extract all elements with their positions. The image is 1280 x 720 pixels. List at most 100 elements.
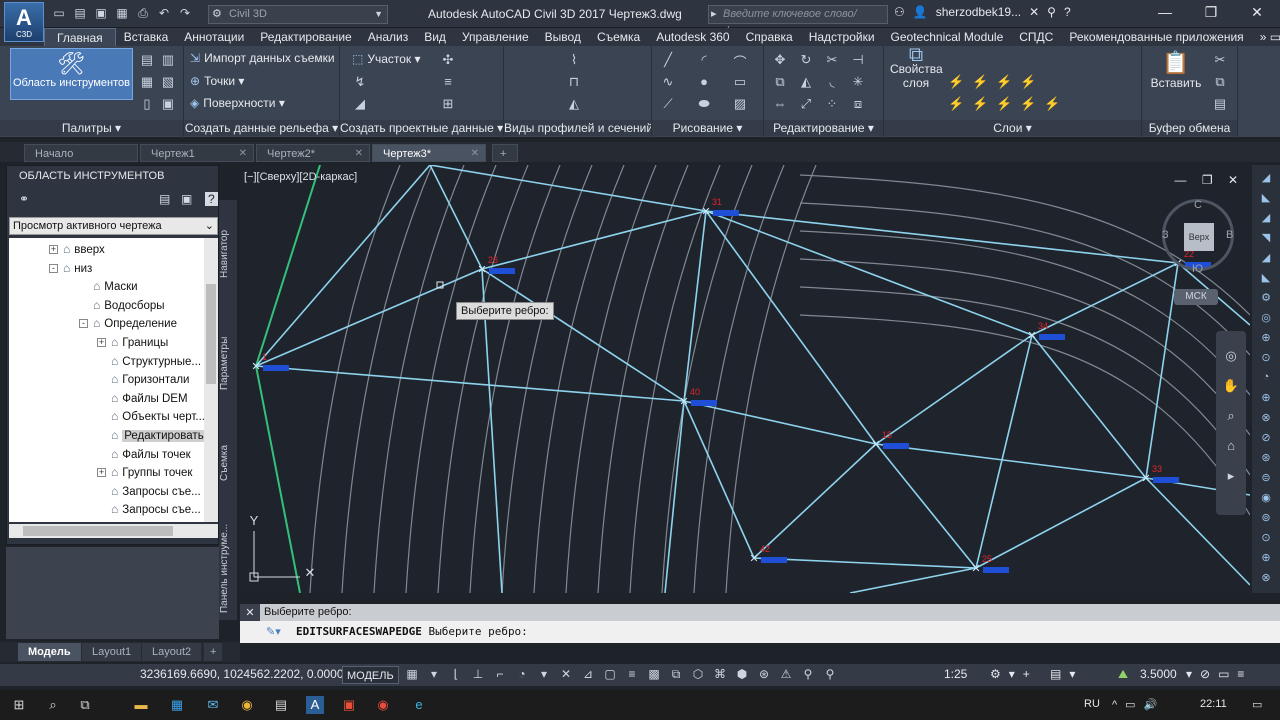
menu-tab-14[interactable]: Рекомендованные приложения — [1061, 28, 1251, 46]
ribbon-overflow-icon[interactable]: » ▭ — [1252, 28, 1280, 46]
tin-edge[interactable] — [255, 165, 431, 367]
side-tool-icon[interactable]: ⊙ — [1258, 531, 1274, 544]
match-props-icon[interactable]: ▤ — [1212, 96, 1228, 112]
tree-item[interactable]: ⌂ вверх — [63, 240, 105, 258]
stretch-icon[interactable]: ⇔ — [772, 96, 788, 111]
drawing-viewport[interactable]: ✕ 1 ✕ 26 ✕ 31 ✕ 40 ✕ 15 ✕ 34 ✕ 22 ✕ 33 ✕ 42 ✕ 25 Y ✕ [−][Св… — [240, 165, 1250, 593]
mail-icon[interactable]: ✉ — [204, 696, 222, 714]
tin-edge[interactable] — [875, 443, 977, 569]
layer-tool-5-icon[interactable]: ⚡ — [948, 96, 964, 112]
close-tab-icon[interactable]: ✕ — [239, 145, 247, 163]
survey-point[interactable]: ✕42 — [749, 544, 787, 565]
tin-edge[interactable] — [255, 365, 685, 402]
recorder-icon[interactable]: ◉ — [374, 696, 392, 714]
parcel-button[interactable]: ⬚ Участок ▾ — [352, 52, 421, 66]
tin-edge[interactable] — [975, 477, 1147, 569]
tin-edge[interactable] — [875, 443, 1147, 479]
mirror-icon[interactable]: ◭ — [798, 74, 814, 90]
tin-edge[interactable] — [664, 400, 685, 593]
open-file-icon[interactable]: ▤ — [73, 6, 87, 20]
user-icon[interactable]: 👤 — [913, 5, 928, 19]
undo-icon[interactable]: ↶ — [157, 6, 171, 20]
tree-item[interactable]: ⌂ Файлы DEM — [111, 389, 188, 407]
side-tool-icon[interactable]: ◥ — [1258, 231, 1274, 244]
model-space-button[interactable]: МОДЕЛЬ — [342, 666, 399, 684]
rectangle-icon[interactable]: ▭ — [732, 74, 748, 90]
grid-icon[interactable]: ▦ — [404, 667, 420, 682]
side-tool-icon[interactable]: ⊗ — [1258, 411, 1274, 424]
side-tab-2[interactable]: Съемка — [219, 428, 237, 498]
hatch-icon[interactable]: ▨ — [732, 96, 748, 112]
side-tool-icon[interactable]: ◔ — [1258, 371, 1274, 383]
lineweight-icon[interactable]: ≡ — [624, 667, 640, 682]
layer-tool-2-icon[interactable]: ⚡ — [972, 74, 988, 90]
elevation-value[interactable]: 3.5000 — [1140, 667, 1177, 681]
copy-clip-icon[interactable]: ⧉ — [1212, 74, 1228, 90]
selection-cycling-icon[interactable]: ⧉ — [668, 667, 684, 682]
panel-label-ground[interactable]: Создать данные рельефа ▾ — [184, 120, 339, 136]
line-icon[interactable]: ╱ — [660, 52, 676, 68]
tin-edge[interactable] — [255, 268, 483, 367]
tin-edge[interactable] — [875, 334, 1033, 445]
dynamic-input-icon[interactable]: ⊥ — [470, 667, 486, 682]
section-view-icon[interactable]: ◭ — [566, 96, 582, 112]
close-button[interactable]: ✕ — [1234, 0, 1280, 26]
points-button[interactable]: ⊕ Точки ▾ — [190, 74, 244, 88]
tool-area-button[interactable]: 🛠 Область инструментов — [10, 48, 133, 100]
language-indicator[interactable]: RU — [1084, 698, 1100, 710]
help-button[interactable]: ? — [1064, 5, 1071, 19]
layer-tool-1-icon[interactable]: ⚡ — [948, 74, 964, 90]
object-snap-tracking-icon[interactable]: ✕ — [558, 667, 574, 682]
tin-edge[interactable] — [753, 557, 977, 569]
menu-tab-7[interactable]: Вывод — [537, 28, 589, 46]
help-icon[interactable]: ? — [205, 192, 218, 206]
tree-item[interactable]: ⌂ Запросы съе... — [111, 482, 201, 500]
tin-edge[interactable] — [849, 567, 977, 593]
ucs-menu-button[interactable]: МСК — [1174, 289, 1218, 305]
side-tool-icon[interactable]: ⊛ — [1258, 451, 1274, 464]
panel-label-palettes[interactable]: Палитры ▾ — [0, 120, 183, 136]
palette-icon-4[interactable]: ▧ — [160, 74, 176, 90]
tin-edge[interactable] — [683, 400, 755, 559]
collapse-icon[interactable]: - — [79, 319, 88, 329]
tin-edge[interactable] — [481, 268, 685, 402]
side-tool-icon[interactable]: ⊕ — [1258, 331, 1274, 344]
arc-icon[interactable]: ◜ — [696, 52, 712, 68]
survey-point[interactable]: ✕31 — [701, 197, 739, 218]
viewcube-west[interactable]: З — [1162, 229, 1169, 241]
rotate-icon[interactable]: ↻ — [798, 52, 814, 68]
side-tool-icon[interactable]: ⊕ — [1258, 551, 1274, 564]
save-icon[interactable]: ▣ — [94, 6, 108, 20]
tree-item[interactable]: ⌂ Запросы съе... — [111, 500, 201, 518]
expand-icon[interactable]: + — [49, 245, 58, 254]
section-icon[interactable]: ⊓ — [566, 74, 582, 90]
search-icon[interactable]: ⌕ — [44, 696, 62, 714]
status-end-icons[interactable]: ▾⊘▭≡ — [1186, 667, 1252, 681]
spline-icon[interactable]: ∿ — [660, 74, 676, 90]
side-tool-icon[interactable]: ⊜ — [1258, 471, 1274, 484]
add-layout-button[interactable]: + — [204, 643, 223, 661]
cut-icon[interactable]: ✂ — [1212, 52, 1228, 68]
start-icon[interactable]: ⊞ — [10, 696, 28, 714]
fillet-icon[interactable]: ◟ — [824, 74, 840, 90]
side-tool-icon[interactable]: ◉ — [1258, 491, 1274, 504]
menu-tab-8[interactable]: Съемка — [589, 28, 648, 46]
polar-icon[interactable]: ◔ — [514, 667, 530, 682]
new-tab-button[interactable]: + — [492, 144, 518, 162]
copy-icon[interactable]: ⧉ — [772, 74, 788, 90]
circle-icon[interactable]: ● — [696, 74, 712, 89]
user-menu-icon[interactable]: ⚲ — [1047, 5, 1056, 19]
layer-tool-7-icon[interactable]: ⚡ — [996, 96, 1012, 112]
side-tab-1[interactable]: Параметры — [219, 318, 237, 408]
move-icon[interactable]: ✥ — [772, 52, 788, 68]
tree-item[interactable]: ⌂ Горизонтали — [111, 370, 189, 388]
dynamic-ucs-icon[interactable]: ⌘ — [712, 667, 728, 682]
palette-icon-5[interactable]: ▯ — [139, 96, 155, 112]
extend-icon[interactable]: ⊣ — [850, 52, 866, 68]
menu-tab-10[interactable]: Справка — [738, 28, 801, 46]
tin-surface-drawing[interactable]: ✕1✕26✕31✕40✕15✕34✕22✕33✕42✕25 Y ✕ — [240, 165, 1250, 593]
panel-label-profiles[interactable]: Виды профилей и сечений — [504, 120, 651, 136]
array-icon[interactable]: ⁘ — [824, 96, 840, 112]
panel-label-layers[interactable]: Слои ▾ — [884, 120, 1141, 136]
snap-icon[interactable]: ▾ — [426, 667, 442, 682]
